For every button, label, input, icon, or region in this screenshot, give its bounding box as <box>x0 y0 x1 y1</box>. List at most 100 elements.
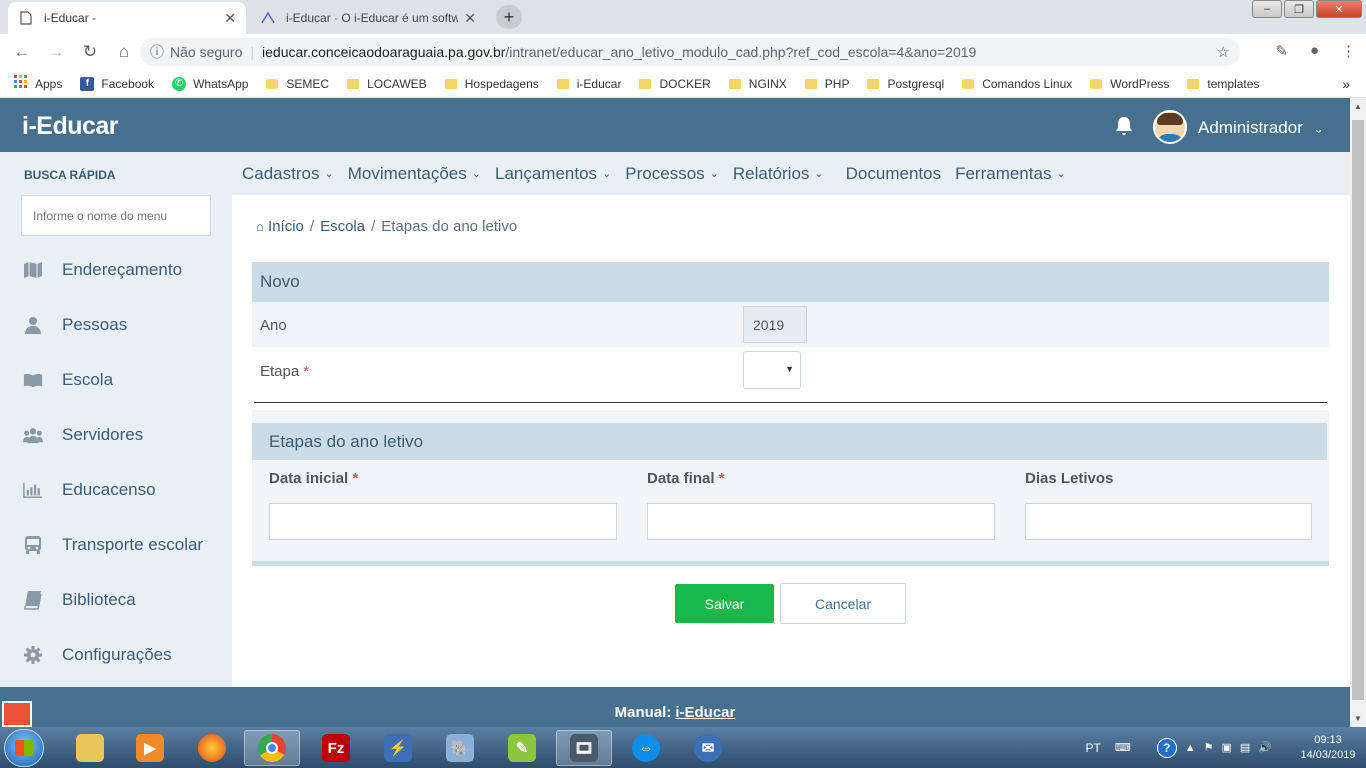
menu-lancamentos[interactable]: Lançamentos ⌄ <box>495 164 611 184</box>
taskbar-network-app[interactable]: ⚡ <box>370 730 426 766</box>
bookmarks-overflow-icon[interactable]: » <box>1342 76 1350 92</box>
app-header: i-Educar Administrador ⌄ <box>0 98 1350 152</box>
sidebar-item-biblioteca[interactable]: Biblioteca <box>0 580 232 620</box>
menu-movimentacoes[interactable]: Movimentações ⌄ <box>348 164 481 184</box>
taskbar-notepad[interactable]: ✎ <box>494 730 550 766</box>
ano-field: 2019 <box>743 306 807 343</box>
device-icon[interactable]: ▣ <box>1221 741 1231 754</box>
feedback-badge-icon[interactable] <box>2 701 32 727</box>
page-scrollbar[interactable]: ▲ ▼ <box>1350 98 1366 727</box>
map-icon <box>23 261 43 279</box>
menu-relatorios[interactable]: Relatórios ⌄ <box>733 164 824 184</box>
save-button[interactable]: Salvar <box>675 584 774 623</box>
cancel-button[interactable]: Cancelar <box>780 583 906 624</box>
notification-bell-icon[interactable] <box>1115 116 1133 141</box>
firefox-icon <box>198 734 226 762</box>
taskbar-media-player[interactable]: ▶ <box>122 730 178 766</box>
volume-icon[interactable]: 🔊 <box>1258 741 1272 754</box>
sidebar-item-transporte-escolar[interactable]: Transporte escolar <box>0 525 232 565</box>
user-name: Administrador <box>1198 118 1303 137</box>
bookmark-hospedagens[interactable]: Hospedagens <box>444 77 539 91</box>
tab-close-icon[interactable]: ✕ <box>224 10 236 27</box>
bookmark-apps[interactable]: Apps <box>14 75 62 92</box>
etapas-section: Etapas do ano letivo Data inicial * Data… <box>252 410 1329 566</box>
home-icon[interactable]: ⌂ <box>108 36 140 68</box>
menu-dots-icon[interactable]: ⋮ <box>1341 42 1356 60</box>
bookmark-comandos-linux[interactable]: Comandos Linux <box>962 77 1072 91</box>
new-tab-button[interactable]: + <box>496 5 522 29</box>
sidebar-item-enderecamento[interactable]: Endereçamento <box>0 250 232 290</box>
scroll-down-icon[interactable]: ▼ <box>1354 714 1362 723</box>
taskbar-postgresql[interactable]: 🐘 <box>432 730 488 766</box>
menu-label: Processos <box>625 163 705 183</box>
menu-cadastros[interactable]: Cadastros ⌄ <box>242 164 334 184</box>
menu-processos[interactable]: Processos ⌄ <box>625 164 719 184</box>
bookmark-label: Facebook <box>101 76 155 91</box>
bookmark-wordpress[interactable]: WordPress <box>1090 77 1169 91</box>
profile-icon[interactable]: ● <box>1310 42 1319 60</box>
taskbar-firefox[interactable] <box>184 730 240 766</box>
sidebar-item-pessoas[interactable]: Pessoas <box>0 305 232 345</box>
bookmark-docker[interactable]: DOCKER <box>639 77 711 91</box>
footer-manual-link[interactable]: i-Educar <box>675 704 735 721</box>
avatar[interactable] <box>1153 110 1187 144</box>
taskbar-video-app[interactable]: 🎞 <box>556 730 612 766</box>
tray-expand-icon[interactable]: ▲ <box>1185 742 1196 754</box>
bookmark-templates[interactable]: templates <box>1187 77 1259 91</box>
sidebar-item-configuracoes[interactable]: Configurações <box>0 635 232 675</box>
flag-icon[interactable]: ⚑ <box>1204 741 1214 754</box>
quick-search-input[interactable] <box>21 195 211 236</box>
back-icon[interactable]: ← <box>6 36 38 68</box>
forward-icon[interactable]: → <box>40 36 72 68</box>
bookmark-locaweb[interactable]: LOCAWEB <box>347 77 427 91</box>
window-close-icon[interactable]: ✕ <box>1316 0 1362 18</box>
data-inicial-input[interactable] <box>269 503 617 540</box>
eyedropper-icon[interactable]: ✎ <box>1275 42 1288 60</box>
sidebar-item-servidores[interactable]: Servidores <box>0 415 232 455</box>
tab-ieducar-software[interactable]: i-Educar · O i-Educar é um softwa ✕ <box>250 2 486 34</box>
taskbar-teamviewer[interactable]: ⇔ <box>618 730 674 766</box>
bookmark-facebook[interactable]: f Facebook <box>80 76 155 91</box>
media-player-icon: ▶ <box>136 734 164 762</box>
taskbar-explorer[interactable] <box>62 730 118 766</box>
help-icon[interactable]: ? <box>1156 737 1177 758</box>
user-menu[interactable]: Administrador ⌄ <box>1198 118 1324 138</box>
taskbar-thunderbird[interactable]: ✉ <box>680 730 736 766</box>
taskbar-chrome[interactable] <box>244 730 300 766</box>
bookmark-star-icon[interactable]: ☆ <box>1217 43 1230 61</box>
start-button[interactable] <box>4 729 44 767</box>
tab-close-icon[interactable]: ✕ <box>464 10 476 27</box>
bookmark-semec[interactable]: SEMEC <box>266 77 329 91</box>
breadcrumb-escola[interactable]: Escola <box>320 218 365 235</box>
bookmark-php[interactable]: PHP <box>804 77 849 91</box>
folder-icon <box>347 78 360 89</box>
clock[interactable]: 09:13 14/03/2019 <box>1290 733 1366 763</box>
data-inicial-label-text: Data inicial <box>269 470 349 487</box>
info-icon[interactable]: ⓘ <box>150 42 164 62</box>
bookmark-nginx[interactable]: NGINX <box>728 77 787 91</box>
data-final-input[interactable] <box>647 503 995 540</box>
menu-documentos[interactable]: Documentos <box>846 164 941 184</box>
taskbar-filezilla[interactable]: Fz <box>308 730 364 766</box>
app-logo[interactable]: i-Educar <box>22 112 119 141</box>
bookmark-ieducar[interactable]: i-Educar <box>556 77 621 91</box>
keyboard-icon[interactable]: ⌨ <box>1115 741 1131 754</box>
etapa-select[interactable]: ▼ <box>743 351 801 389</box>
bookmark-postgresql[interactable]: Postgresql <box>867 77 944 91</box>
sidebar-item-educacenso[interactable]: Educacenso <box>0 470 232 510</box>
language-indicator[interactable]: PT <box>1085 741 1100 755</box>
maximize-icon[interactable]: ❐ <box>1284 0 1314 18</box>
dias-letivos-input[interactable] <box>1025 503 1312 540</box>
menu-ferramentas[interactable]: Ferramentas ⌄ <box>955 164 1066 184</box>
bookmark-whatsapp[interactable]: ✆ WhatsApp <box>172 76 248 91</box>
scrollbar-thumb[interactable] <box>1352 120 1364 700</box>
ano-label: Ano <box>260 317 287 334</box>
minimize-icon[interactable]: – <box>1252 0 1282 18</box>
breadcrumb-home[interactable]: ⌂ Início <box>256 218 304 235</box>
scroll-up-icon[interactable]: ▲ <box>1354 102 1362 111</box>
tab-ieducar[interactable]: i-Educar - ✕ <box>8 2 246 34</box>
sidebar-item-escola[interactable]: Escola <box>0 360 232 400</box>
address-bar[interactable]: ⓘ Não seguro | ieducar.conceicaodoaragua… <box>140 38 1240 66</box>
reload-icon[interactable]: ↻ <box>74 36 106 68</box>
network-status-icon[interactable]: ▤ <box>1240 741 1250 754</box>
